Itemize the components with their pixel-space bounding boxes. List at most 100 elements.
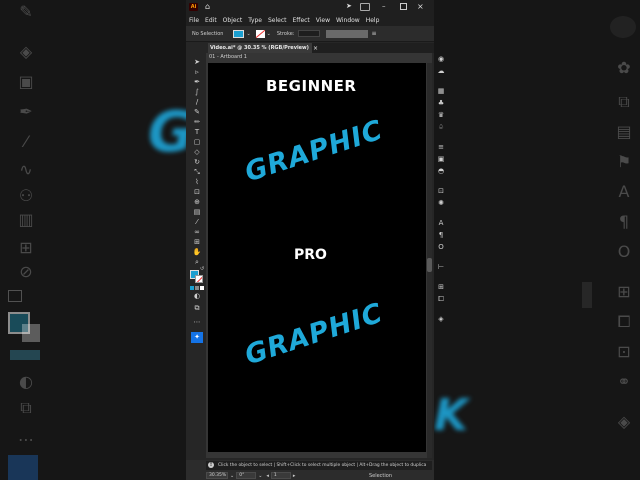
free-transform-tool-icon[interactable]: ⊡: [192, 188, 202, 197]
tab-close-icon[interactable]: ×: [313, 45, 318, 52]
next-artboard-icon[interactable]: ▸: [293, 473, 296, 479]
variable-width-dropdown[interactable]: [326, 29, 369, 38]
curvature-tool-icon[interactable]: ∫: [192, 88, 202, 97]
fill-color-swatch[interactable]: [233, 29, 245, 38]
text-pro[interactable]: PRO: [294, 247, 327, 263]
brush-icon: ✿: [617, 58, 631, 77]
shape-builder-tool-icon[interactable]: ⊕: [192, 198, 202, 207]
width-tool-icon[interactable]: ⌇: [192, 178, 202, 187]
text-graphic-bottom[interactable]: GRAPHIC: [241, 298, 387, 372]
menu-select[interactable]: Select: [268, 17, 287, 24]
chevron-down-icon[interactable]: ⌄: [230, 473, 234, 479]
pen-tool-icon[interactable]: ✒: [192, 78, 202, 87]
stroke-panel-icon[interactable]: ≡: [432, 142, 450, 152]
links-icon: ⚭: [617, 372, 631, 391]
maximize-icon[interactable]: [400, 3, 407, 10]
artboard-label[interactable]: 01 - Artboard 1: [209, 54, 247, 60]
swap-icon: [8, 290, 22, 302]
screen-mode-icon[interactable]: ⧉: [192, 304, 202, 313]
draw-mode-icon: ◐: [19, 372, 33, 391]
line-tool-icon[interactable]: /: [192, 98, 202, 107]
appearance-panel-icon[interactable]: ♤: [432, 122, 450, 132]
home-icon[interactable]: ⌂: [205, 2, 210, 11]
paragraph-panel-icon[interactable]: ¶: [432, 230, 450, 240]
arrange-icon[interactable]: [360, 3, 370, 11]
pathfinder-panel-icon[interactable]: ⧠: [432, 294, 450, 304]
transform-panel-icon[interactable]: ⊞: [432, 282, 450, 292]
menu-file[interactable]: File: [189, 17, 199, 24]
artboard-number-field[interactable]: 1: [270, 472, 291, 479]
menu-help[interactable]: Help: [366, 17, 380, 24]
type-tool-icon[interactable]: T: [192, 128, 202, 137]
chevron-down-icon[interactable]: ⌄: [246, 31, 250, 37]
stroke-swatch[interactable]: [195, 275, 203, 283]
image-trace-icon[interactable]: ⊡: [432, 186, 450, 196]
previous-artboard-icon[interactable]: ◂: [266, 473, 269, 479]
artboard[interactable]: BEGINNER GRAPHIC PRO GRAPHIC: [208, 63, 426, 452]
chevron-down-icon[interactable]: ⌄: [267, 31, 271, 37]
eyedropper-tool-icon[interactable]: ⁄: [192, 218, 202, 227]
document-tab-title: Video.ai* @ 30.35 % (RGB/Preview): [210, 45, 309, 51]
opentype-panel-icon[interactable]: O: [432, 242, 450, 252]
gradient-panel-icon[interactable]: ▣: [432, 154, 450, 164]
swap-fill-stroke-icon[interactable]: ↺: [200, 266, 204, 272]
chevron-down-icon[interactable]: ⌄: [258, 473, 262, 479]
properties-panel-icon[interactable]: ◉: [432, 54, 450, 64]
edit-toolbar-icon[interactable]: ✦: [191, 332, 203, 343]
artboard-tool-icon[interactable]: ⊞: [192, 238, 202, 247]
libraries-panel-icon[interactable]: ☁: [432, 66, 450, 76]
stroke-swatch-icon: [22, 324, 40, 342]
document-tab[interactable]: Video.ai* @ 30.35 % (RGB/Preview) ×: [208, 43, 318, 53]
rotation-field[interactable]: 0°: [236, 472, 257, 479]
align-panel-icon[interactable]: ⊢: [432, 262, 450, 272]
hint-text: Click the object to select | Shift+Click…: [218, 463, 427, 468]
blurred-text-right: K: [434, 390, 468, 441]
brushes-panel-icon[interactable]: ▦: [432, 86, 450, 96]
more-tools-icon: ⋯: [18, 430, 34, 449]
symbol-icon: ⚇: [18, 186, 34, 205]
rotate-tool-icon[interactable]: ↻: [192, 158, 202, 167]
more-tools-icon[interactable]: ⋯: [192, 318, 202, 327]
graphic-styles-icon[interactable]: ♛: [432, 110, 450, 120]
selection-status: No Selection: [192, 30, 224, 37]
canvas[interactable]: 01 - Artboard 1 BEGINNER GRAPHIC PRO GRA…: [206, 53, 432, 458]
transparency-panel-icon[interactable]: ◓: [432, 166, 450, 176]
share-icon[interactable]: ➤: [346, 2, 352, 11]
menu-edit[interactable]: Edit: [205, 17, 217, 24]
blend-tool-icon[interactable]: ∞: [192, 228, 202, 237]
pencil-tool-icon[interactable]: ✏: [192, 118, 202, 127]
eraser-tool-icon[interactable]: ◇: [192, 148, 202, 157]
artboard-icon: ⊞: [19, 238, 33, 257]
character-panel-icon[interactable]: A: [432, 218, 450, 228]
menu-type[interactable]: Type: [248, 17, 262, 24]
panel-collapse-handle: [582, 282, 592, 308]
menu-window[interactable]: Window: [336, 17, 360, 24]
text-beginner[interactable]: BEGINNER: [266, 77, 356, 95]
gradient-tool-icon[interactable]: ▤: [192, 208, 202, 217]
stroke-weight-field[interactable]: [298, 30, 321, 37]
minimize-icon[interactable]: –: [382, 2, 386, 11]
paragraph-icon: ¶: [618, 212, 630, 231]
panel-menu-icon[interactable]: ≡: [371, 30, 376, 37]
stroke-color-swatch[interactable]: [255, 29, 265, 38]
color-mode-buttons[interactable]: [190, 286, 204, 290]
menu-object[interactable]: Object: [223, 17, 243, 24]
direct-selection-tool-icon[interactable]: ▹: [192, 68, 202, 77]
rectangle-tool-icon[interactable]: ▢: [192, 138, 202, 147]
info-icon: !: [208, 462, 214, 468]
properties-icon: ▤: [616, 122, 632, 141]
graph-icon: ▥: [18, 210, 34, 229]
symbols-panel-icon[interactable]: ♣: [432, 98, 450, 108]
paintbrush-tool-icon[interactable]: ✎: [192, 108, 202, 117]
scale-tool-icon[interactable]: ⤡: [192, 168, 202, 177]
close-icon[interactable]: ×: [417, 1, 424, 12]
hand-tool-icon[interactable]: ✋: [192, 248, 202, 257]
color-guide-icon[interactable]: ✺: [432, 198, 450, 208]
text-graphic-top[interactable]: GRAPHIC: [241, 115, 387, 189]
menu-effect[interactable]: Effect: [293, 17, 310, 24]
zoom-field[interactable]: 30.35%: [206, 472, 228, 479]
selection-tool-icon[interactable]: ➤: [192, 58, 202, 67]
menu-view[interactable]: View: [316, 17, 330, 24]
draw-mode-icon[interactable]: ◐: [192, 292, 202, 301]
layers-panel-icon[interactable]: ◈: [432, 314, 450, 324]
